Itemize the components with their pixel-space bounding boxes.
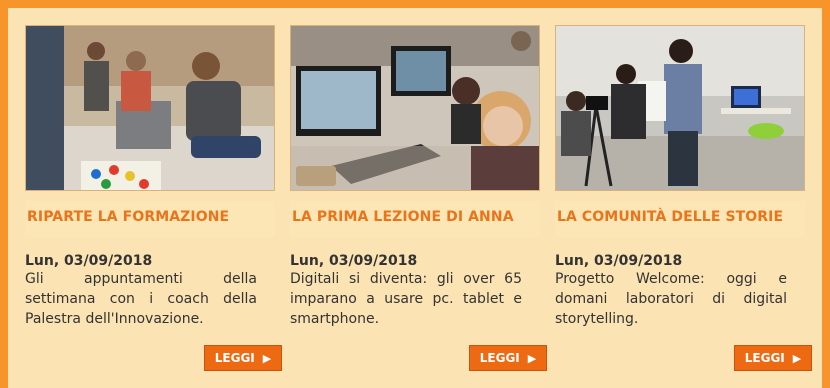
computer-lesson-photo[interactable] xyxy=(290,25,540,191)
news-panel: RIPARTE LA FORMAZIONE Lun, 03/09/2018 Gl… xyxy=(8,8,822,388)
article-title[interactable]: LA PRIMA LEZIONE DI ANNA xyxy=(292,209,514,225)
article-date: Lun, 03/09/2018 xyxy=(555,253,683,269)
news-card: RIPARTE LA FORMAZIONE Lun, 03/09/2018 Gl… xyxy=(25,25,282,385)
article-summary: Gli appuntamenti della settimana con i c… xyxy=(25,271,257,327)
read-more-label: LEGGI xyxy=(214,351,255,365)
read-more-button[interactable]: LEGGI ▶ xyxy=(469,345,547,371)
play-arrow-icon: ▶ xyxy=(262,351,272,365)
read-more-label: LEGGI xyxy=(744,351,785,365)
news-card: LA COMUNITÀ DELLE STORIE Lun, 03/09/2018… xyxy=(555,25,812,385)
article-date: Lun, 03/09/2018 xyxy=(290,253,418,269)
article-title[interactable]: RIPARTE LA FORMAZIONE xyxy=(27,209,229,225)
news-card: LA PRIMA LEZIONE DI ANNA Lun, 03/09/2018… xyxy=(290,25,547,385)
read-more-button[interactable]: LEGGI ▶ xyxy=(734,345,812,371)
play-arrow-icon: ▶ xyxy=(792,351,802,365)
article-title-band: LA PRIMA LEZIONE DI ANNA xyxy=(290,201,540,237)
article-summary: Progetto Welcome: oggi e domani laborato… xyxy=(555,271,787,327)
play-arrow-icon: ▶ xyxy=(527,351,537,365)
read-more-label: LEGGI xyxy=(479,351,520,365)
group-training-photo[interactable] xyxy=(25,25,275,191)
article-date: Lun, 03/09/2018 xyxy=(25,253,153,269)
article-title-band: LA COMUNITÀ DELLE STORIE xyxy=(555,201,805,237)
storytelling-lab-photo[interactable] xyxy=(555,25,805,191)
article-summary: Digitali si diventa: gli over 65 imparan… xyxy=(290,271,522,327)
article-title-band: RIPARTE LA FORMAZIONE xyxy=(25,201,275,237)
read-more-button[interactable]: LEGGI ▶ xyxy=(204,345,282,371)
article-title[interactable]: LA COMUNITÀ DELLE STORIE xyxy=(557,209,783,225)
